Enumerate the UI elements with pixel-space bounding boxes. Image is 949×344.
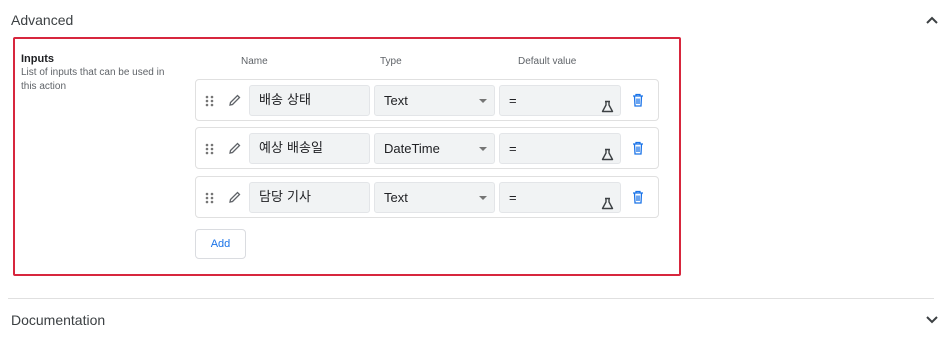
flask-icon[interactable] [601, 142, 614, 161]
input-default-value: = [509, 141, 517, 156]
input-type-select[interactable]: Text [374, 85, 495, 116]
add-input-button[interactable]: Add [195, 229, 246, 259]
input-type-value: Text [384, 190, 408, 205]
trash-icon[interactable] [632, 190, 644, 204]
input-type-value: Text [384, 93, 408, 108]
column-header-default: Default value [518, 56, 577, 67]
inputs-label: Inputs [21, 53, 54, 65]
input-row: 배송 상태 Text = [195, 79, 659, 121]
flask-icon[interactable] [601, 94, 614, 113]
column-header-type: Type [380, 56, 402, 67]
input-default-field[interactable]: = [499, 182, 621, 213]
input-default-value: = [509, 93, 517, 108]
section-divider [8, 298, 934, 299]
input-name-field[interactable]: 담당 기사 [249, 182, 370, 213]
input-default-field[interactable]: = [499, 85, 621, 116]
dropdown-caret-icon [479, 99, 487, 103]
input-type-value: DateTime [384, 141, 440, 156]
drag-handle-icon[interactable] [205, 94, 214, 107]
input-name-field[interactable]: 배송 상태 [249, 85, 370, 116]
documentation-section-header[interactable]: Documentation [0, 302, 949, 338]
trash-icon[interactable] [632, 141, 644, 155]
input-row: 예상 배송일 DateTime = [195, 127, 659, 169]
input-default-value: = [509, 190, 517, 205]
dropdown-caret-icon [479, 196, 487, 200]
advanced-section-header[interactable]: Advanced [0, 2, 949, 38]
column-header-name: Name [241, 56, 268, 67]
input-row: 담당 기사 Text = [195, 176, 659, 218]
input-name-field[interactable]: 예상 배송일 [249, 133, 370, 164]
input-default-field[interactable]: = [499, 133, 621, 164]
pencil-icon[interactable] [228, 190, 242, 204]
drag-handle-icon[interactable] [205, 191, 214, 204]
chevron-down-icon[interactable] [925, 313, 939, 327]
trash-icon[interactable] [632, 93, 644, 107]
input-type-select[interactable]: DateTime [374, 133, 495, 164]
chevron-up-icon[interactable] [925, 13, 939, 27]
drag-handle-icon[interactable] [205, 142, 214, 155]
pencil-icon[interactable] [228, 93, 242, 107]
pencil-icon[interactable] [228, 141, 242, 155]
advanced-title: Advanced [11, 12, 74, 28]
flask-icon[interactable] [601, 191, 614, 210]
inputs-description: List of inputs that can be used in this … [21, 67, 165, 92]
documentation-title: Documentation [11, 312, 106, 328]
dropdown-caret-icon [479, 147, 487, 151]
input-type-select[interactable]: Text [374, 182, 495, 213]
